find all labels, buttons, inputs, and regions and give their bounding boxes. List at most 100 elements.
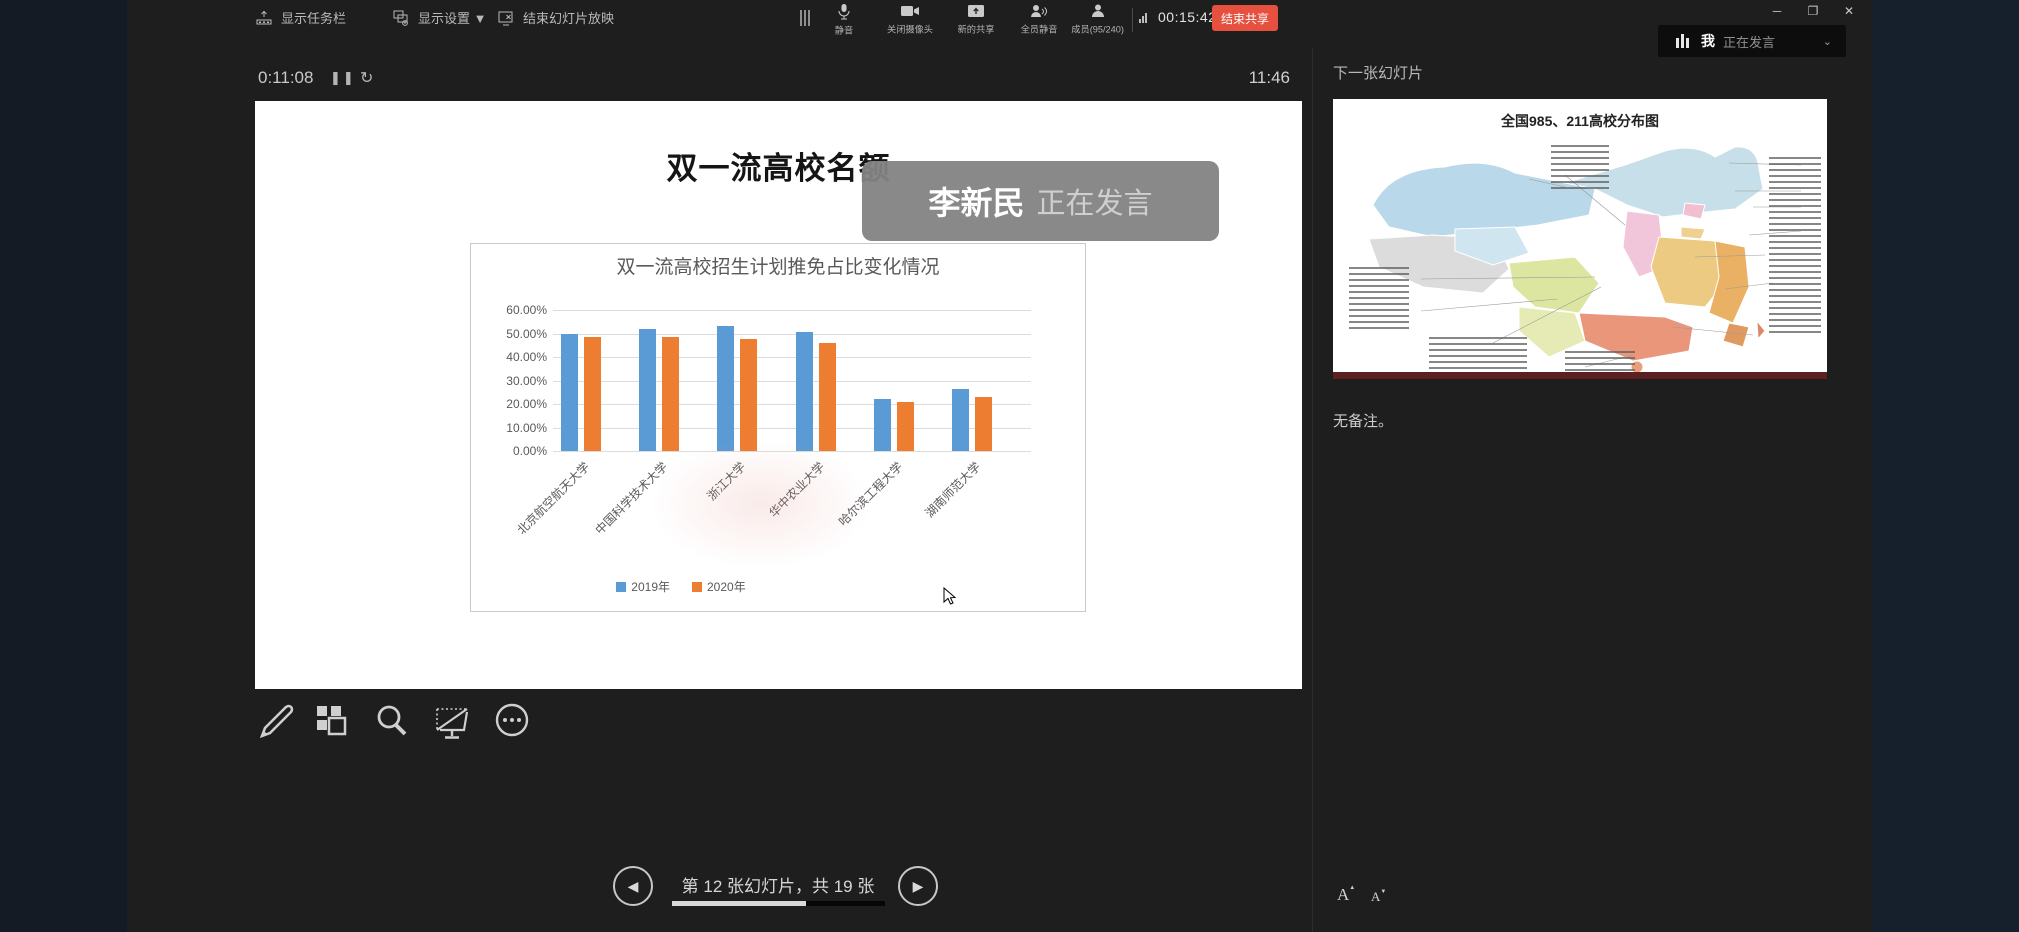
new-share-label: 新的共享 [958, 22, 995, 36]
map-label-column-bottom-left [1429, 337, 1527, 369]
display-settings-icon [392, 9, 410, 27]
show-taskbar-label: 显示任务栏 [281, 8, 346, 27]
legend-swatch [616, 582, 626, 592]
y-tick-label: 30.00% [475, 374, 547, 388]
legend-label: 2020年 [707, 578, 746, 595]
y-tick-label: 10.00% [475, 421, 547, 435]
decrease-font-glyph: A [1371, 889, 1380, 904]
legend-label: 2019年 [631, 578, 670, 595]
bar-2019年 [639, 329, 656, 451]
display-settings-label: 显示设置 ▼ [418, 8, 486, 27]
elapsed-time: 0:11:08 [258, 68, 313, 88]
overlay-speaker-status: 正在发言 [1037, 180, 1153, 222]
y-tick-label: 0.00% [475, 444, 547, 458]
slideshow-progress-bar[interactable] [672, 901, 885, 906]
legend-item: 2019年 [616, 578, 670, 595]
meeting-timer: 00:15:42 [1158, 9, 1217, 25]
legend-item: 2020年 [692, 578, 746, 595]
gridline [553, 357, 1031, 358]
bar-2020年 [975, 397, 992, 451]
chart-title: 双一流高校招生计划推免占比变化情况 [471, 252, 1085, 279]
bar-2019年 [952, 389, 969, 451]
members-icon [1090, 3, 1106, 19]
mute-all-label: 全员静音 [1021, 22, 1058, 36]
mute-all-button[interactable]: 全员静音 [1007, 3, 1071, 36]
close-button[interactable]: ✕ [1835, 2, 1863, 20]
mute-button[interactable]: 静音 [812, 3, 876, 37]
gridline [553, 310, 1031, 311]
signal-strength-icon [1139, 13, 1147, 23]
restart-timer-icon[interactable]: ↻ [360, 68, 373, 88]
decrease-triangle-icon: ▼ [1380, 889, 1386, 895]
share-screen-icon [967, 3, 985, 19]
volume-bars-icon [1676, 34, 1689, 48]
display-settings-button[interactable]: 显示设置 ▼ [392, 8, 486, 27]
new-share-button[interactable]: 新的共享 [944, 3, 1008, 36]
thumbnail-bottom-strip [1333, 372, 1827, 379]
microphone-icon [836, 3, 852, 20]
mute-all-icon [1030, 3, 1048, 19]
letterbox-left [0, 0, 127, 932]
decrease-font-button[interactable]: A▼ [1371, 889, 1386, 905]
next-arrow-icon: ▶ [913, 878, 924, 895]
camera-icon [900, 3, 920, 19]
y-tick-label: 60.00% [475, 303, 547, 317]
bar-2020年 [897, 402, 914, 451]
y-tick-label: 40.00% [475, 350, 547, 364]
slideshow-progress-fill [672, 901, 806, 906]
meeting-bar-separator [1132, 8, 1133, 32]
chart-legend: 2019年 2020年 [471, 578, 891, 595]
mute-label: 静音 [835, 23, 853, 37]
black-screen-button[interactable] [432, 700, 472, 742]
previous-slide-button[interactable]: ◀ [613, 866, 653, 906]
bar-2019年 [561, 334, 578, 452]
map-label-column-right [1769, 157, 1821, 337]
camera-label: 关闭摄像头 [887, 22, 933, 36]
presenter-window: 显示任务栏 显示设置 ▼ 结束幻灯片放映 静音 关闭摄像头 新的共享 全员静音 … [0, 0, 2019, 932]
see-all-slides-button[interactable] [312, 700, 352, 742]
show-taskbar-button[interactable]: 显示任务栏 [255, 8, 346, 27]
bar-2019年 [717, 326, 734, 451]
zoom-slide-button[interactable] [372, 700, 412, 742]
camera-button[interactable]: 关闭摄像头 [878, 3, 942, 36]
next-slide-thumbnail[interactable]: 全国985、211高校分布图 [1333, 99, 1827, 379]
chart-plot [553, 310, 1031, 451]
gridline [553, 334, 1031, 335]
increase-font-glyph: A [1337, 885, 1349, 904]
speaker-status: 正在发言 [1723, 32, 1775, 51]
slide-position-label: 第 12 张幻灯片，共 19 张 [668, 872, 888, 897]
active-speaker-pill[interactable]: 我 正在发言 ⌄ [1658, 25, 1846, 57]
pause-timer-icon[interactable]: ❚❚ [330, 70, 356, 86]
y-tick-label: 50.00% [475, 327, 547, 341]
pen-tool-button[interactable] [256, 700, 296, 742]
current-slide[interactable]: 双一流高校名额 双一流高校招生计划推免占比变化情况 60.00%50.00%40… [255, 101, 1302, 689]
map-label-column-bottom-center [1565, 351, 1635, 373]
next-slide-button[interactable]: ▶ [898, 866, 938, 906]
letterbox-right [1872, 0, 2019, 932]
meeting-bar-drag-handle[interactable] [800, 10, 810, 26]
next-slide-header: 下一张幻灯片 [1333, 62, 1423, 83]
end-slideshow-button[interactable]: 结束幻灯片放映 [497, 8, 614, 27]
bar-2020年 [584, 337, 601, 451]
restore-button[interactable]: ❐ [1799, 2, 1827, 20]
gridline [553, 381, 1031, 382]
increase-font-button[interactable]: A▲ [1337, 885, 1355, 905]
notes-text: 无备注。 [1333, 410, 1393, 431]
taskbar-icon [255, 9, 273, 27]
end-slideshow-icon [497, 9, 515, 27]
members-label: 成员(95/240) [1072, 22, 1125, 36]
mouse-cursor [943, 587, 959, 607]
members-button[interactable]: 成员(95/240) [1066, 3, 1130, 36]
map-label-column-top [1551, 145, 1609, 193]
legend-swatch [692, 582, 702, 592]
watermark-smudge [641, 434, 881, 574]
overlay-speaker-name: 李新民 [928, 178, 1024, 224]
previous-arrow-icon: ◀ [628, 878, 639, 895]
increase-triangle-icon: ▲ [1349, 885, 1355, 891]
minimize-button[interactable]: ─ [1763, 2, 1791, 20]
y-tick-label: 20.00% [475, 397, 547, 411]
end-share-button[interactable]: 结束共享 [1212, 5, 1278, 31]
more-options-button[interactable] [492, 700, 532, 742]
panel-divider [1312, 48, 1313, 932]
chevron-down-icon[interactable]: ⌄ [1823, 35, 1832, 48]
